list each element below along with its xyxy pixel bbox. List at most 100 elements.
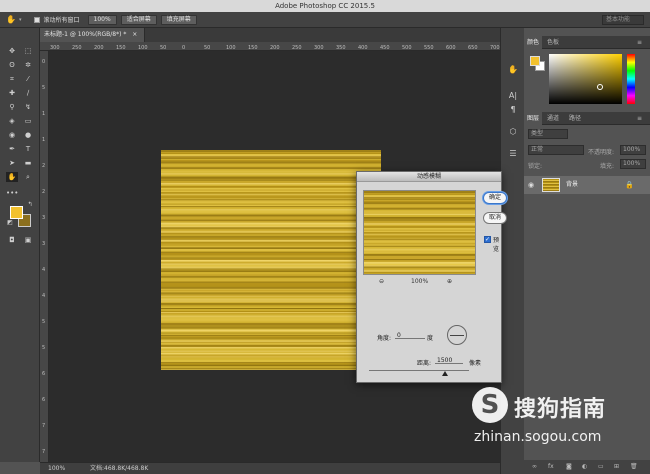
pen-tool-icon[interactable]: ✒	[6, 144, 18, 154]
distance-input[interactable]: 1500	[435, 355, 463, 364]
gradient-tool-icon[interactable]: ▭	[22, 116, 34, 126]
marquee-tool-icon[interactable]: ⬚	[22, 46, 34, 56]
angle-label: 角度:	[377, 335, 392, 342]
sogou-logo-icon: S	[472, 387, 508, 423]
blur-tool-icon[interactable]: ◉	[6, 130, 18, 140]
fill-screen-button[interactable]: 填充屏幕	[160, 14, 197, 25]
eyedropper-tool-icon[interactable]: ⁄	[22, 74, 34, 84]
preview-zoom-value: 100%	[411, 278, 429, 285]
clone-stamp-tool-icon[interactable]: ⚲	[6, 102, 18, 112]
adjustment-icon[interactable]: ◐	[582, 460, 587, 474]
visibility-eye-icon[interactable]: ◉	[528, 178, 534, 192]
ruler-left-label: 7	[42, 423, 45, 429]
eraser-tool-icon[interactable]: ◈	[6, 116, 18, 126]
dialog-title: 动感模糊	[357, 172, 501, 182]
ruler-left: 0 5 1 1 2 2 3 3 4 4 5 5 6 6 7 7	[40, 51, 49, 462]
link-icon[interactable]: ∞	[532, 460, 537, 474]
tools-panel: ✥ ⬚ ʘ ✲ ⌗ ⁄ ✚ ∕ ⚲ ↯ ◈ ▭ ◉ ● ✒ T ➤ ▬ ✋ ⌕ …	[0, 28, 40, 462]
panel-menu-icon[interactable]: ≡	[634, 112, 645, 125]
3d-panel-icon[interactable]: ⬡	[507, 126, 519, 137]
status-zoom[interactable]: 100%	[48, 463, 65, 474]
character-panel-icon[interactable]: A|	[507, 90, 519, 101]
layer-name[interactable]: 背景	[566, 178, 578, 192]
workspace-select[interactable]: 基本功能	[602, 15, 644, 25]
distance-slider[interactable]	[369, 370, 469, 371]
healing-brush-tool-icon[interactable]: ✚	[6, 88, 18, 98]
scroll-all-windows-label: 滚动所有窗口	[43, 17, 80, 24]
color-panel-foreground-swatch[interactable]	[530, 56, 540, 66]
brush-tool-icon[interactable]: ∕	[22, 88, 34, 98]
properties-panel-icon[interactable]: ☰	[507, 148, 519, 159]
mask-icon[interactable]: ◙	[566, 460, 572, 474]
angle-unit: 度	[427, 335, 434, 342]
hand-tool-icon[interactable]: ✋	[6, 15, 16, 24]
tab-channels[interactable]: 通道	[544, 112, 562, 125]
crop-tool-icon[interactable]: ⌗	[6, 74, 18, 84]
zoom-tool-icon[interactable]: ⌕	[22, 172, 34, 182]
ruler-left-label: 3	[42, 241, 45, 247]
fit-screen-button[interactable]: 适合屏幕	[120, 14, 157, 25]
angle-value[interactable]: 0	[397, 332, 401, 339]
history-brush-tool-icon[interactable]: ↯	[22, 102, 34, 112]
type-tool-icon[interactable]: T	[22, 144, 34, 154]
trash-icon[interactable]: 🗑	[630, 460, 638, 474]
panel-menu-icon[interactable]: ≡	[634, 36, 645, 49]
blur-preview[interactable]	[363, 190, 476, 275]
tool-preset-caret-icon[interactable]: ▾	[19, 17, 22, 23]
lock-label: 锁定:	[528, 163, 543, 170]
distance-label: 距离:	[417, 360, 432, 367]
blend-mode-select[interactable]: 正常	[528, 145, 584, 155]
rectangle-tool-icon[interactable]: ▬	[22, 158, 34, 168]
path-selection-tool-icon[interactable]: ➤	[6, 158, 18, 168]
status-doc-size[interactable]: 文档:468.8K/468.8K	[90, 463, 148, 474]
tab-swatches[interactable]: 色板	[544, 36, 562, 49]
document-tab-title: 未标题-1 @ 100%(RGB/8*) *	[44, 31, 127, 38]
scroll-all-windows-checkbox[interactable]	[33, 16, 40, 23]
edit-toolbar-icon[interactable]: •••	[6, 188, 18, 198]
paragraph-panel-icon[interactable]: ¶	[507, 104, 519, 115]
ruler-left-label: 5	[42, 85, 45, 91]
hand-tool-active-icon[interactable]: ✋	[6, 172, 18, 182]
new-layer-icon[interactable]: ⊞	[614, 460, 619, 474]
color-picker-field[interactable]	[549, 54, 622, 104]
angle-input[interactable]: 0	[395, 330, 425, 339]
group-icon[interactable]: ▭	[598, 460, 604, 474]
tab-color[interactable]: 颜色	[524, 36, 543, 49]
magic-wand-tool-icon[interactable]: ✲	[22, 60, 34, 70]
watermark-text: 搜狗指南	[514, 397, 607, 422]
layer-thumbnail[interactable]	[542, 178, 560, 192]
preview-zoom-row: ⊖ 100% ⊕	[363, 278, 476, 288]
opacity-label: 不透明度:	[588, 149, 615, 156]
ruler-left-label: 2	[42, 189, 45, 195]
document-tab[interactable]: 未标题-1 @ 100%(RGB/8*) * ×	[40, 28, 145, 42]
default-colors-icon[interactable]: ◩	[4, 218, 16, 228]
screen-mode-icon[interactable]: ▣	[22, 235, 34, 245]
zoom-in-icon[interactable]: ⊕	[447, 278, 452, 285]
distance-slider-thumb[interactable]	[442, 371, 448, 376]
tab-paths[interactable]: 路径	[566, 112, 584, 125]
zoom-out-icon[interactable]: ⊖	[379, 278, 384, 285]
zoom-100-button[interactable]: 100%	[87, 14, 117, 25]
ok-button[interactable]: 确定	[483, 192, 507, 204]
fill-field[interactable]: 100%	[620, 159, 646, 169]
history-panel-icon[interactable]: ✋	[507, 64, 519, 75]
quick-mask-icon[interactable]: ◘	[6, 235, 18, 245]
cancel-button[interactable]: 取消	[483, 212, 507, 224]
angle-dial[interactable]	[447, 325, 467, 345]
dodge-tool-icon[interactable]: ●	[22, 130, 34, 140]
opacity-field[interactable]: 100%	[620, 145, 646, 155]
preview-checkbox[interactable]: ✓	[484, 236, 491, 243]
color-picker-ring[interactable]	[597, 84, 603, 90]
document-tab-strip	[145, 28, 500, 42]
swap-colors-icon[interactable]: ↰	[24, 200, 36, 210]
distance-value[interactable]: 1500	[437, 357, 452, 364]
hue-slider[interactable]	[627, 54, 635, 104]
canvas-artwork-gold-streaks[interactable]	[161, 150, 381, 370]
layer-filter-select[interactable]: 类型	[528, 129, 568, 139]
close-icon[interactable]: ×	[132, 31, 137, 38]
lasso-tool-icon[interactable]: ʘ	[6, 60, 18, 70]
move-tool-icon[interactable]: ✥	[6, 46, 18, 56]
ruler-top: 300 250 200 150 100 50 0 50 100 150 200 250 300 350 40…	[40, 42, 500, 51]
tab-layers[interactable]: 图层	[524, 112, 543, 125]
fx-icon[interactable]: fx	[548, 460, 554, 474]
